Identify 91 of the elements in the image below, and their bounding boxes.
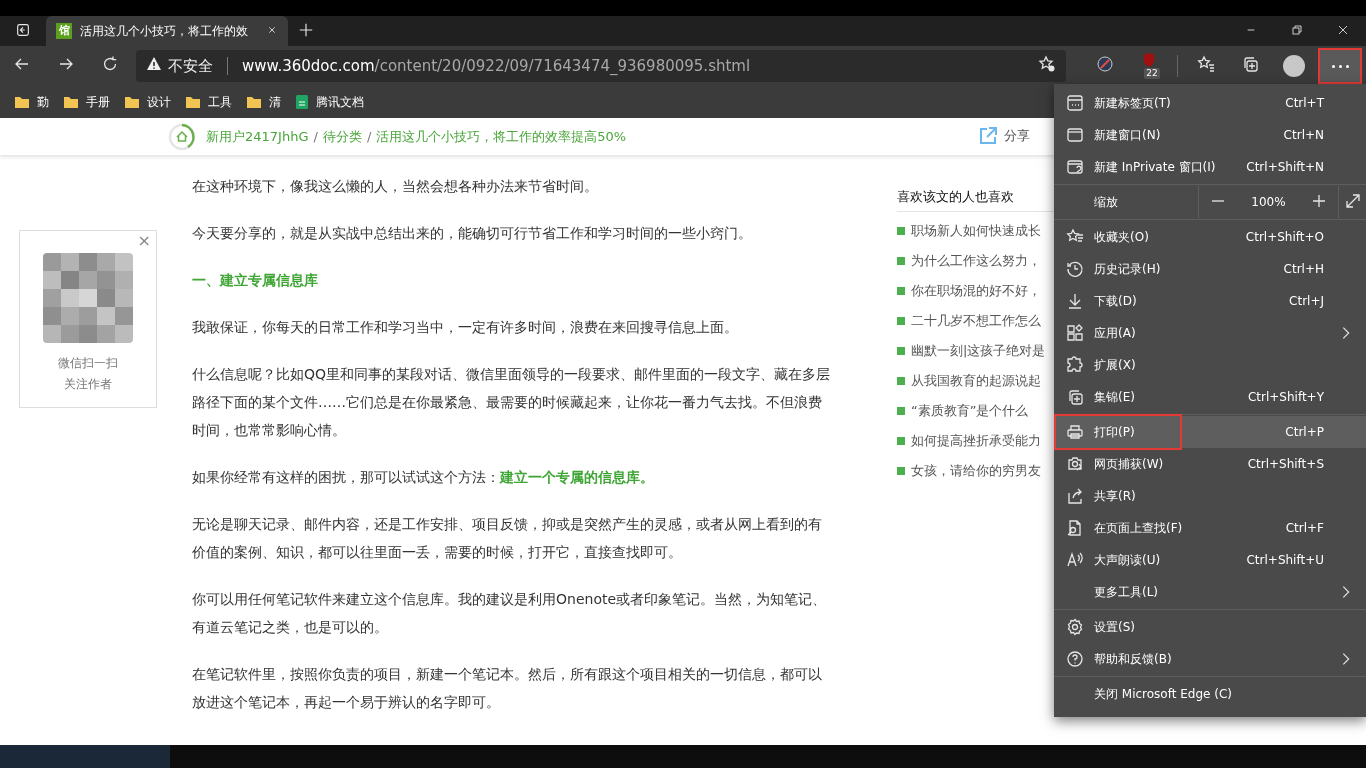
menu-item[interactable]: 新建 InPrivate 窗口(I) Ctrl+Shift+N [1054,151,1366,183]
url-text: www.360doc.com/content/20/0922/09/71643474_936980095.shtml [242,57,751,75]
menu-item[interactable]: 新建窗口(N) Ctrl+N [1054,119,1366,151]
puzzle-icon [1066,356,1084,374]
article-paragraph: 无论是聊天记录、邮件内容，还是工作安排、项目反馈，抑或是突然产生的灵感，或者从网上看到的有价值的案例、知识，都可以往里面一丢，需要的时候，打开它，直接查找即可。 [192,515,823,562]
menu-item[interactable]: 设置(S) [1054,611,1366,643]
follow-label: 关注作者 [64,376,112,393]
share-icon [1066,487,1084,505]
find-icon [1066,519,1084,537]
related-link[interactable]: 二十几岁不想工作怎么 [911,312,1041,330]
bullet-icon [897,287,905,295]
bookmark-item[interactable]: 设计 [120,90,175,114]
collections-icon [1066,388,1084,406]
home-icon[interactable] [168,122,196,151]
bullet-icon [897,227,905,235]
bookmark-item[interactable]: 勤 [10,90,53,114]
related-link[interactable]: 如何提高挫折承受能力 [911,432,1041,450]
bullet-icon [897,317,905,325]
menu-item[interactable]: 关闭 Microsoft Edge (C) [1054,678,1366,710]
related-link[interactable]: 为什么工作这么努力， [911,252,1041,270]
article-paragraph: 在笔记软件里，按照你负责的项目，新建一个笔记本。然后，所有跟这个项目相关的一切信息，都可以放进这个笔记本，再起一个易于辨认的名字即可。 [192,665,823,712]
related-link[interactable]: “素质教育”是个什么 [911,402,1029,420]
menu-item[interactable]: 打印(P) Ctrl+P [1054,416,1366,448]
related-link[interactable]: 你在职场混的好不好， [911,282,1041,300]
scan-label: 微信扫一扫 [58,355,118,372]
article-paragraph: 今天要分享的，就是从实战中总结出来的，能确切可行节省工作和学习时间的一些小窍门。 [192,224,753,243]
article-paragraph: 在这种环境下，像我这么懒的人，当然会想各种办法来节省时间。 [192,177,599,196]
article-paragraph: 如果你经常有这样的困扰，那可以试试这个方法：建立一个专属的信息库。 [192,468,655,487]
close-button[interactable]: × [137,231,151,251]
bullet-icon [897,407,905,415]
new-tab-icon [1066,94,1084,112]
related-link[interactable]: 从我国教育的起源说起 [911,372,1041,390]
section-heading: 一、建立专属信息库 [192,271,319,290]
share-link[interactable]: 分享 [978,126,1030,146]
bullet-icon [897,257,905,265]
bookmark-item[interactable]: 工具 [181,90,236,114]
menu-item[interactable]: 下载(D) Ctrl+J [1054,285,1366,317]
more-button[interactable] [1320,50,1360,82]
folder-icon [63,95,79,109]
menu-item[interactable]: 更多工具(L) [1054,576,1366,608]
folder-icon [124,95,140,109]
menu-item[interactable]: 帮助和反馈(B) [1054,643,1366,675]
related-link[interactable]: 幽默一刻|这孩子绝对是 [911,342,1046,360]
tab-title: 活用这几个小技巧，将工作的效 [80,22,249,40]
window-icon [1066,126,1084,144]
zoom-level: 100% [1251,195,1286,209]
bullet-icon [897,467,905,475]
folder-icon [14,95,30,109]
breadcrumb-separator: / [313,129,318,144]
menu-item[interactable]: 在页面上查找(F) Ctrl+F [1054,512,1366,544]
menu-item[interactable]: 新建标签页(T) Ctrl+T [1054,87,1366,119]
help-icon [1066,650,1084,668]
folder-icon [246,95,262,109]
folder-icon [185,95,201,109]
menu-item[interactable]: 扩展(X) [1054,349,1366,381]
menu-item[interactable]: 集锦(E) Ctrl+Shift+Y [1054,381,1366,413]
zoom-label: 缩放 [1093,193,1119,211]
menu-item[interactable]: 大声朗读(U) Ctrl+Shift+U [1054,544,1366,576]
menu-item[interactable]: 历史记录(H) Ctrl+H [1054,253,1366,285]
menu-item[interactable]: 收藏夹(O) Ctrl+Shift+O [1054,221,1366,253]
share-icon [978,126,998,146]
address-bar[interactable]: 不安全 www.360doc.com/content/20/0922/09/71643474_936980095.shtml [136,50,1066,82]
bullet-icon [897,377,905,385]
download-icon [1066,292,1084,310]
print-icon [1066,423,1084,441]
history-icon [1066,260,1084,278]
browser-tab[interactable]: 馆 活用这几个小技巧，将工作的效 [46,16,288,46]
bullet-icon [897,437,905,445]
security-label: 不安全 [168,56,213,76]
site-favicon: 馆 [56,23,72,39]
menu-item[interactable]: 网页捕获(W) Ctrl+Shift+S [1054,448,1366,480]
extension-badge: 22 [1144,68,1160,79]
private-window-icon [1066,158,1084,176]
avatar-icon[interactable] [1283,55,1305,77]
article-paragraph: 什么信息呢？比如QQ里和同事的某段对话、微信里面领导的一段要求、邮件里面的一段文字、藏在多层路径下面的某个文件……它们总是在你最紧急、最需要的时候藏起来，让你花一番力气去找。不但浪费时间，也常常影响心情。 [192,365,832,440]
article-paragraph: 我敢保证，你每天的日常工作和学习当中，一定有许多时间，浪费在来回搜寻信息上面。 [192,318,739,337]
settings-icon [1066,618,1084,636]
related-link[interactable]: 职场新人如何快速成长 [911,222,1041,240]
menu-item[interactable]: 应用(A) [1054,317,1366,349]
breadcrumb-separator: / [366,129,372,144]
bookmark-item[interactable]: 腾讯文档 [291,90,368,114]
apps-icon [1066,324,1084,342]
capture-icon [1066,455,1084,473]
read-aloud-icon [1066,551,1084,569]
related-link[interactable]: 女孩，请给你的穷男友 [911,462,1041,480]
menu-item[interactable]: 共享(R) [1054,480,1366,512]
article-paragraph: 你可以用任何笔记软件来建立这个信息库。我的建议是利用Onenote或者印象笔记。当然，为知笔记、有道云笔记之类，也是可以的。 [192,590,828,637]
bullet-icon [897,347,905,355]
bookmark-item[interactable]: 清 [242,90,285,114]
bookmark-item[interactable]: 手册 [59,90,114,114]
sheet-icon [295,94,309,110]
